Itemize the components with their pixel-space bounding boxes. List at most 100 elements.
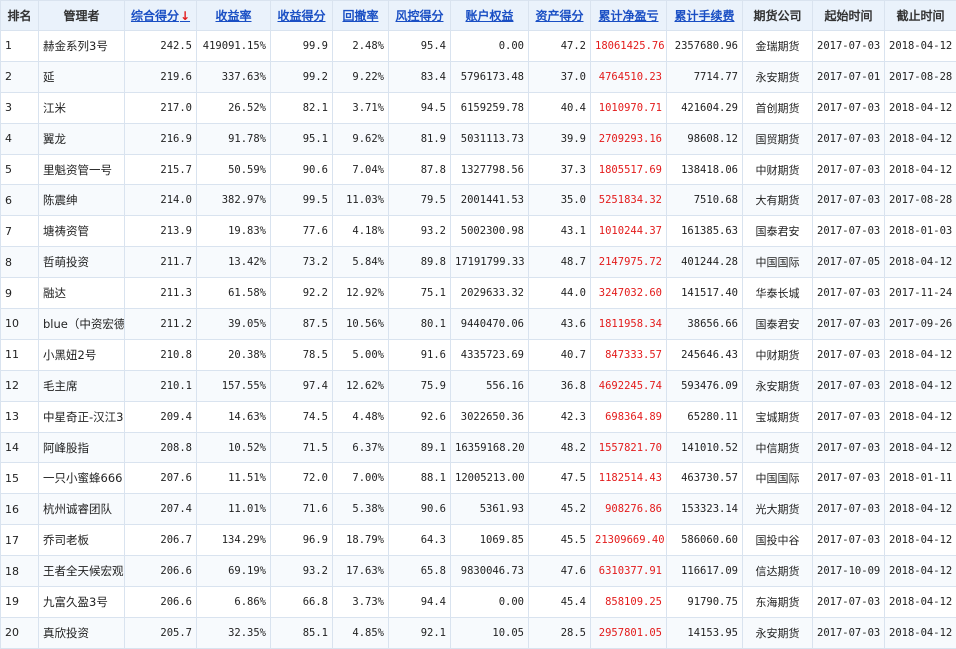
sort-return-score[interactable]: 收益得分: [271, 1, 333, 31]
equity-cell: 10.05: [451, 617, 529, 648]
cum-fee-cell: 245646.43: [667, 339, 743, 370]
return-rate-cell: 50.59%: [197, 154, 271, 185]
manager-cell: 九富久盈3号: [39, 587, 125, 618]
asset-score-cell: 35.0: [529, 185, 591, 216]
sort-asset-score[interactable]: 资产得分: [529, 1, 591, 31]
broker-cell: 国泰君安: [743, 216, 813, 247]
asset-score-cell: 45.2: [529, 494, 591, 525]
sort-cum-fee[interactable]: 累计手续费: [667, 1, 743, 31]
total-score-cell: 217.0: [125, 92, 197, 123]
start-date-cell: 2017-07-03: [813, 432, 885, 463]
sort-down-arrow-icon: ↓: [180, 9, 190, 23]
drawdown-cell: 5.84%: [333, 247, 389, 278]
asset-score-cell: 45.5: [529, 525, 591, 556]
end-date-cell: 2018-04-12: [885, 123, 956, 154]
sort-return-rate[interactable]: 收益率: [197, 1, 271, 31]
total-score-cell: 211.3: [125, 278, 197, 309]
broker-cell: 东海期货: [743, 587, 813, 618]
broker-cell: 首创期货: [743, 92, 813, 123]
asset-score-cell: 44.0: [529, 278, 591, 309]
equity-cell: 5796173.48: [451, 61, 529, 92]
cum-pnl-cell: 3247032.60: [591, 278, 667, 309]
manager-cell: 延: [39, 61, 125, 92]
cum-pnl-cell: 18061425.76: [591, 31, 667, 62]
asset-score-cell: 43.1: [529, 216, 591, 247]
asset-score-cell: 47.2: [529, 31, 591, 62]
manager-cell: 里魁资管一号: [39, 154, 125, 185]
start-date-cell: 2017-07-03: [813, 92, 885, 123]
end-date-cell: 2018-04-12: [885, 154, 956, 185]
equity-cell: 1069.85: [451, 525, 529, 556]
risk-score-cell: 90.6: [389, 494, 451, 525]
end-date-cell: 2018-04-12: [885, 556, 956, 587]
drawdown-cell: 17.63%: [333, 556, 389, 587]
rank-cell: 1: [1, 31, 39, 62]
cum-fee-cell: 116617.09: [667, 556, 743, 587]
sort-equity[interactable]: 账户权益: [451, 1, 529, 31]
cum-fee-cell: 401244.28: [667, 247, 743, 278]
broker-cell: 华泰长城: [743, 278, 813, 309]
drawdown-cell: 2.48%: [333, 31, 389, 62]
drawdown-cell: 7.04%: [333, 154, 389, 185]
total-score-cell: 208.8: [125, 432, 197, 463]
risk-score-cell: 83.4: [389, 61, 451, 92]
total-score-cell: 213.9: [125, 216, 197, 247]
end-date-cell: 2018-04-12: [885, 617, 956, 648]
end-date-cell: 2018-04-12: [885, 370, 956, 401]
cum-fee-cell: 161385.63: [667, 216, 743, 247]
header-end-date: 截止时间: [885, 1, 956, 31]
start-date-cell: 2017-07-03: [813, 185, 885, 216]
start-date-cell: 2017-07-03: [813, 401, 885, 432]
start-date-cell: 2017-07-03: [813, 278, 885, 309]
table-row: 9融达211.361.58%92.212.92%75.12029633.3244…: [1, 278, 956, 309]
return-rate-cell: 14.63%: [197, 401, 271, 432]
table-row: 18王者全天候宏观206.669.19%93.217.63%65.8983004…: [1, 556, 956, 587]
drawdown-cell: 9.62%: [333, 123, 389, 154]
drawdown-cell: 3.73%: [333, 587, 389, 618]
cum-pnl-cell: 4764510.23: [591, 61, 667, 92]
header-manager: 管理者: [39, 1, 125, 31]
return-rate-cell: 20.38%: [197, 339, 271, 370]
table-row: 13中星奇正-汉江3209.414.63%74.54.48%92.6302265…: [1, 401, 956, 432]
return-score-cell: 99.5: [271, 185, 333, 216]
rank-cell: 10: [1, 309, 39, 340]
return-rate-cell: 157.55%: [197, 370, 271, 401]
start-date-cell: 2017-07-03: [813, 587, 885, 618]
drawdown-cell: 9.22%: [333, 61, 389, 92]
return-score-cell: 93.2: [271, 556, 333, 587]
broker-cell: 中国国际: [743, 463, 813, 494]
end-date-cell: 2018-04-12: [885, 401, 956, 432]
sort-cum-pnl[interactable]: 累计净盈亏: [591, 1, 667, 31]
end-date-cell: 2018-04-12: [885, 587, 956, 618]
total-score-cell: 216.9: [125, 123, 197, 154]
broker-cell: 国泰君安: [743, 309, 813, 340]
cum-fee-cell: 593476.09: [667, 370, 743, 401]
return-score-cell: 90.6: [271, 154, 333, 185]
risk-score-cell: 92.6: [389, 401, 451, 432]
return-rate-cell: 11.51%: [197, 463, 271, 494]
manager-cell: 王者全天候宏观: [39, 556, 125, 587]
table-row: 1赫金系列3号242.5419091.15%99.92.48%95.40.004…: [1, 31, 956, 62]
end-date-cell: 2017-09-26: [885, 309, 956, 340]
start-date-cell: 2017-07-03: [813, 154, 885, 185]
sort-risk-score[interactable]: 风控得分: [389, 1, 451, 31]
sort-drawdown[interactable]: 回撤率: [333, 1, 389, 31]
risk-score-cell: 94.5: [389, 92, 451, 123]
total-score-cell: 210.1: [125, 370, 197, 401]
cum-fee-cell: 463730.57: [667, 463, 743, 494]
return-rate-cell: 10.52%: [197, 432, 271, 463]
header-row: 排名 管理者 综合得分↓ 收益率 收益得分 回撤率 风控得分 账户权益 资产得分…: [1, 1, 956, 31]
return-score-cell: 99.2: [271, 61, 333, 92]
drawdown-cell: 3.71%: [333, 92, 389, 123]
equity-cell: 2029633.32: [451, 278, 529, 309]
drawdown-cell: 5.00%: [333, 339, 389, 370]
asset-score-cell: 39.9: [529, 123, 591, 154]
equity-cell: 17191799.33: [451, 247, 529, 278]
sort-total-score[interactable]: 综合得分↓: [125, 1, 197, 31]
broker-cell: 国投中谷: [743, 525, 813, 556]
return-rate-cell: 26.52%: [197, 92, 271, 123]
manager-cell: 塘祷资管: [39, 216, 125, 247]
asset-score-cell: 48.7: [529, 247, 591, 278]
table-row: 5里魁资管一号215.750.59%90.67.04%87.81327798.5…: [1, 154, 956, 185]
rank-cell: 9: [1, 278, 39, 309]
